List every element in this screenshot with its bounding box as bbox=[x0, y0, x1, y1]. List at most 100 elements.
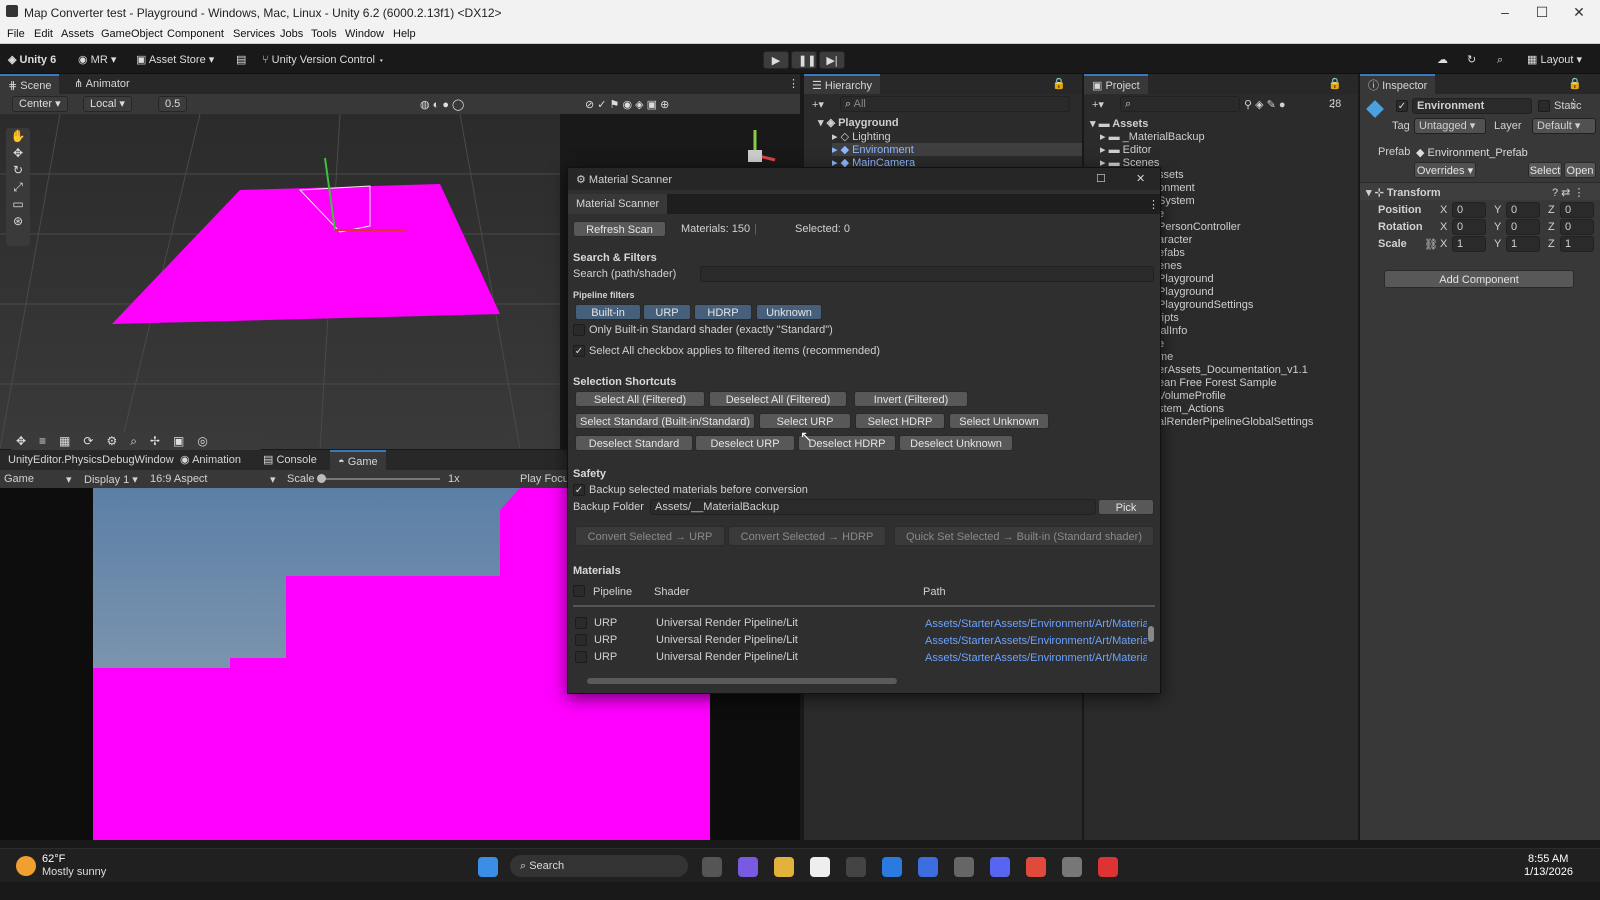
account-button[interactable]: ◉ MR ▾ bbox=[78, 51, 116, 69]
task-view-icon[interactable] bbox=[702, 857, 722, 877]
deselect-standard-button[interactable]: Deselect Standard bbox=[575, 435, 693, 451]
table-row[interactable]: URP Universal Render Pipeline/Lit Assets… bbox=[573, 615, 1147, 631]
filter-unknown-toggle[interactable]: Unknown bbox=[756, 304, 822, 320]
deselect-urp-button[interactable]: Deselect URP bbox=[695, 435, 795, 451]
project-item[interactable]: enes bbox=[1158, 260, 1182, 272]
position-z-field[interactable]: 0 bbox=[1560, 202, 1594, 218]
environment-plane[interactable] bbox=[112, 184, 500, 324]
inspector-lock-icon[interactable]: 🔒⋮ bbox=[1560, 74, 1600, 110]
shading-icons[interactable]: ◍ ◐ ● ◯ bbox=[420, 96, 464, 114]
menu-component[interactable]: Component bbox=[167, 28, 224, 40]
tab-game[interactable]: ◓ Game bbox=[330, 450, 386, 470]
project-item[interactable]: Playground bbox=[1158, 273, 1214, 285]
windows-start-icon[interactable] bbox=[478, 857, 498, 877]
tag-dropdown[interactable]: Untagged ▾ bbox=[1414, 118, 1486, 134]
rotation-y-field[interactable]: 0 bbox=[1506, 219, 1540, 235]
scale-slider-thumb[interactable] bbox=[317, 474, 326, 483]
project-add-button[interactable]: +▾ bbox=[1092, 98, 1104, 111]
material-search-input[interactable] bbox=[700, 266, 1154, 282]
hierarchy-lock-icon[interactable]: 🔒⋮ bbox=[1044, 74, 1082, 110]
space-dropdown[interactable]: Local ▾ bbox=[83, 96, 132, 112]
pause-button[interactable]: ❚❚ bbox=[791, 51, 817, 69]
scene-view-options[interactable]: ⊘ ✓ ⚑ ◉ ◈ ▣ ⊕ bbox=[585, 96, 669, 114]
position-y-field[interactable]: 0 bbox=[1506, 202, 1540, 218]
display-dropdown[interactable]: Display 1 ▾ bbox=[84, 473, 138, 486]
scale-z-field[interactable]: 1 bbox=[1560, 236, 1594, 252]
select-all-materials-checkbox[interactable] bbox=[573, 585, 585, 597]
row-checkbox[interactable] bbox=[575, 634, 587, 646]
hierarchy-root-playground[interactable]: ▾ ◈ Playground bbox=[818, 116, 899, 129]
play-button[interactable]: ▶ bbox=[763, 51, 789, 69]
position-x-field[interactable]: 0 bbox=[1452, 202, 1486, 218]
menu-help[interactable]: Help bbox=[393, 28, 416, 40]
tab-hierarchy[interactable]: ☰ Hierarchy bbox=[804, 74, 880, 94]
deselect-all-filtered-button[interactable]: Deselect All (Filtered) bbox=[709, 391, 847, 407]
tab-physics-debug[interactable]: UnityEditor.PhysicsDebugWindow bbox=[0, 450, 182, 470]
asset-store-button[interactable]: ▣ Asset Store ▾ bbox=[136, 51, 214, 69]
prefab-open-button[interactable]: Open bbox=[1564, 162, 1596, 178]
project-folder[interactable]: ▸ ▬ Editor bbox=[1100, 143, 1151, 156]
scanner-maximize-button[interactable]: ☐ bbox=[1096, 172, 1106, 185]
layer-dropdown[interactable]: Default ▾ bbox=[1532, 118, 1596, 134]
version-control-button[interactable]: ⑂ Unity Version Control ▾ bbox=[262, 51, 385, 69]
step-button[interactable]: ▶| bbox=[819, 51, 845, 69]
unity-menu-button[interactable]: ◈ Unity 6 bbox=[8, 51, 56, 69]
select-hdrp-button[interactable]: Select HDRP bbox=[855, 413, 945, 429]
project-item[interactable]: ripts bbox=[1158, 312, 1179, 324]
menu-file[interactable]: File bbox=[7, 28, 25, 40]
scale-x-field[interactable]: 1 bbox=[1452, 236, 1486, 252]
rect-tool-icon[interactable]: ▭ bbox=[6, 196, 30, 213]
prefab-name[interactable]: ◆ Environment_Prefab bbox=[1416, 146, 1528, 159]
game-mode-chevron-icon[interactable]: ▾ bbox=[66, 473, 72, 486]
notepad-icon[interactable] bbox=[810, 857, 830, 877]
scene-viewport[interactable]: ✋ ✥ ↻ ⤢ ▭ ⊛ ✥≡▦⟳⚙⌕✢▣◎ bbox=[0, 113, 560, 450]
filter-hdrp-toggle[interactable]: HDRP bbox=[694, 304, 752, 320]
convert-hdrp-button[interactable]: Convert Selected → HDRP bbox=[728, 526, 886, 546]
tab-console[interactable]: ▤ Console bbox=[255, 450, 325, 470]
overrides-dropdown[interactable]: Overrides ▾ bbox=[1414, 162, 1476, 178]
select-all-filtered-button[interactable]: Select All (Filtered) bbox=[575, 391, 705, 407]
menu-jobs[interactable]: Jobs bbox=[280, 28, 303, 40]
scale-y-field[interactable]: 1 bbox=[1506, 236, 1540, 252]
project-filter-icons[interactable]: ⚲ ◈ ✎ ● bbox=[1244, 98, 1286, 111]
file-explorer-icon[interactable] bbox=[774, 857, 794, 877]
transform-help-icons[interactable]: ? ⇄ ⋮ bbox=[1552, 186, 1584, 199]
minimize-button[interactable]: – bbox=[1490, 4, 1520, 20]
tab-animator[interactable]: ⋔ Animator bbox=[66, 74, 138, 94]
notes-icon[interactable] bbox=[918, 857, 938, 877]
menu-assets[interactable]: Assets bbox=[61, 28, 94, 40]
search-icon[interactable]: ⌕ bbox=[1497, 51, 1503, 69]
menu-edit[interactable]: Edit bbox=[34, 28, 53, 40]
overlay-toolbar[interactable]: ✥≡▦⟳⚙⌕✢▣◎ bbox=[10, 432, 262, 450]
tab-animation[interactable]: ◉ Animation bbox=[172, 450, 249, 470]
refresh-scan-button[interactable]: Refresh Scan bbox=[573, 221, 666, 237]
close-window-button[interactable]: ✕ bbox=[1564, 4, 1594, 21]
maximize-button[interactable]: ☐ bbox=[1527, 4, 1557, 21]
backup-folder-input[interactable]: Assets/__MaterialBackup bbox=[650, 499, 1096, 515]
project-item[interactable]: ssets bbox=[1158, 169, 1184, 181]
deselect-hdrp-button[interactable]: Deselect HDRP bbox=[798, 435, 896, 451]
aspect-chevron-icon[interactable]: ▾ bbox=[270, 473, 276, 486]
row-path-link[interactable]: Assets/StarterAssets/Environment/Art/Mat… bbox=[925, 618, 1147, 630]
tab-material-scanner[interactable]: Material Scanner bbox=[568, 194, 668, 214]
scene-menu-icon[interactable]: ⋮ bbox=[780, 74, 807, 94]
row-path-link[interactable]: Assets/StarterAssets/Environment/Art/Mat… bbox=[925, 635, 1147, 647]
menu-services[interactable]: Services bbox=[233, 28, 275, 40]
project-search-input[interactable]: ⌕ bbox=[1120, 96, 1240, 112]
project-item[interactable]: ialInfo bbox=[1158, 325, 1187, 337]
tab-inspector[interactable]: ⓘ Inspector bbox=[1360, 74, 1436, 94]
game-mode-dropdown[interactable]: Game bbox=[4, 473, 34, 485]
scale-slider[interactable] bbox=[317, 474, 440, 483]
hierarchy-search-input[interactable]: ⌕ All bbox=[840, 96, 1070, 112]
prefab-select-button[interactable]: Select bbox=[1528, 162, 1562, 178]
project-item[interactable]: PersonController bbox=[1158, 221, 1241, 233]
row-checkbox[interactable] bbox=[575, 651, 587, 663]
project-assets-folder[interactable]: ▾ ▬ Assets bbox=[1090, 117, 1148, 130]
filter-urp-toggle[interactable]: URP bbox=[643, 304, 691, 320]
select-standard-button[interactable]: Select Standard (Built-in/Standard) bbox=[575, 413, 755, 429]
edge-icon[interactable] bbox=[882, 857, 902, 877]
chrome-icon[interactable] bbox=[1026, 857, 1046, 877]
project-item[interactable]: ean Free Forest Sample bbox=[1158, 377, 1277, 389]
hierarchy-item-environment[interactable]: ▸ ◆ Environment bbox=[832, 143, 1082, 156]
row-path-link[interactable]: Assets/StarterAssets/Environment/Art/Mat… bbox=[925, 652, 1147, 664]
